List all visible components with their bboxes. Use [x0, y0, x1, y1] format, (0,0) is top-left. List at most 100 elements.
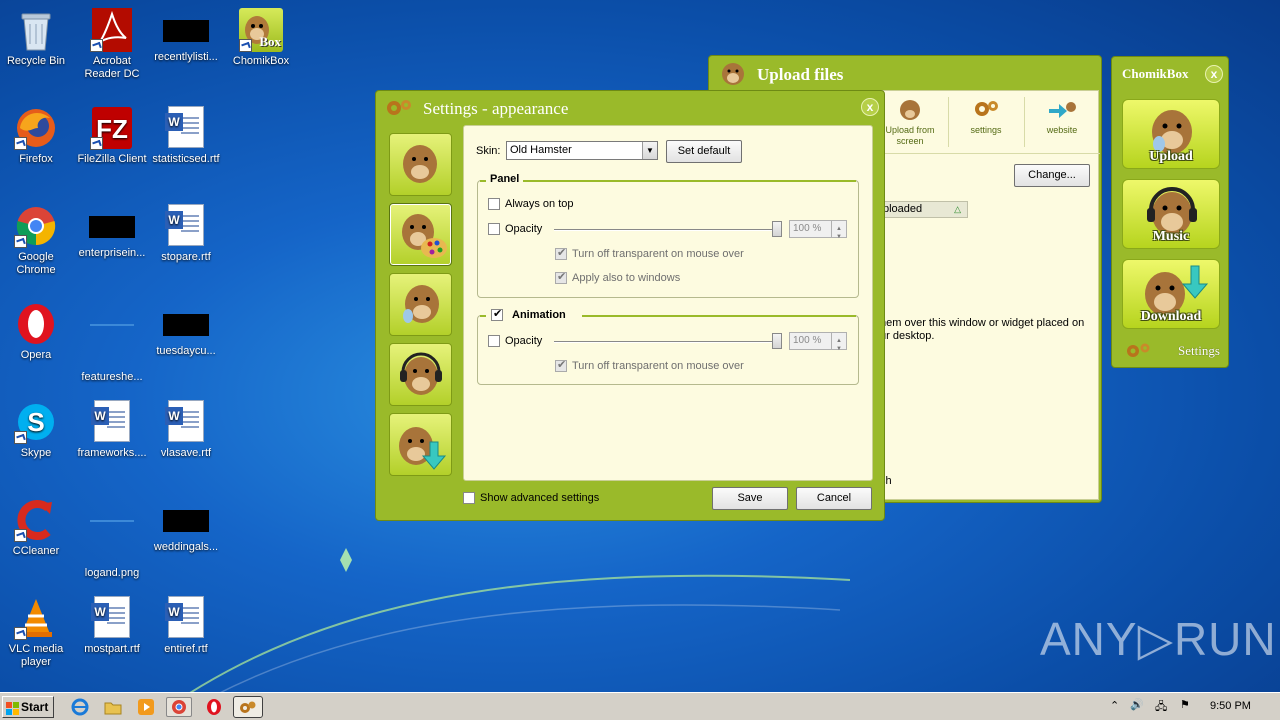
desktop-icon-weddingals[interactable]: weddingals...: [148, 498, 224, 554]
desktop-icon-enterprisein[interactable]: enterprisein...: [74, 204, 150, 260]
chomikbox-badge: Box: [259, 34, 281, 49]
always-on-top-label: Always on top: [505, 198, 574, 210]
chomikbox-taskbar-icon[interactable]: [233, 696, 263, 718]
clock[interactable]: 9:50 PM: [1210, 700, 1251, 712]
animation-opacity-slider-handle[interactable]: [772, 333, 782, 349]
ie-icon[interactable]: [70, 697, 90, 717]
arrow-hamster-icon: [1047, 97, 1077, 121]
animation-opacity-slider[interactable]: [554, 341, 780, 343]
media-player-icon[interactable]: [136, 697, 156, 717]
chrome-taskbar-icon[interactable]: [166, 697, 192, 717]
chrome-icon: [14, 204, 58, 248]
animation-group: Animation Opacity 100 % Turn off transpa…: [477, 307, 859, 385]
desktop-icon-firefox[interactable]: Firefox: [0, 106, 74, 166]
desktop-icon-tuesdaycu[interactable]: tuesdaycu...: [148, 302, 224, 358]
opera-icon: [14, 302, 58, 346]
animation-turn-off-transparent-checkbox[interactable]: [555, 358, 567, 372]
blank-file-icon: [90, 324, 134, 368]
widget-music-button[interactable]: Music: [1122, 179, 1220, 249]
word-document-icon: W: [90, 596, 134, 640]
widget-title: ChomikBox: [1122, 66, 1189, 81]
start-button[interactable]: Start: [2, 696, 54, 718]
explorer-folder-icon[interactable]: [103, 697, 123, 717]
always-on-top-checkbox[interactable]: [488, 198, 500, 210]
panel-group: Panel Always on top Opacity 100 % Turn o…: [477, 173, 859, 298]
widget-download-button[interactable]: Download: [1122, 259, 1220, 329]
volume-icon[interactable]: 🔊: [1130, 698, 1144, 711]
tray-expand-icon[interactable]: ⌃: [1110, 699, 1119, 712]
set-default-button[interactable]: Set default: [666, 140, 742, 163]
network-icon[interactable]: 🖧: [1155, 698, 1167, 717]
skype-icon: S: [14, 400, 58, 444]
toolbar-separator: [948, 97, 949, 147]
image-file-icon: [90, 520, 134, 564]
desktop-icon-recentlylisti[interactable]: recentlylisti...: [148, 8, 224, 64]
widget-close-button[interactable]: x: [1205, 65, 1223, 83]
word-document-icon: W: [164, 204, 208, 248]
side-nav-appearance[interactable]: [389, 203, 452, 266]
svg-text:S: S: [27, 407, 44, 437]
desktop-icon-featureshe[interactable]: featureshe...: [74, 302, 150, 384]
desktop-icon-skype[interactable]: S Skype: [0, 400, 74, 460]
widget-upload-button[interactable]: Upload: [1122, 99, 1220, 169]
opera-taskbar-icon[interactable]: [204, 697, 224, 717]
gears-icon: [971, 97, 1001, 121]
panel-opacity-spinbox[interactable]: 100 %: [789, 220, 847, 245]
hamster-camera-icon: [895, 97, 925, 121]
panel-opacity-slider[interactable]: [554, 229, 780, 231]
panel-turn-off-transparent-label: Turn off transparent on mouse over: [572, 248, 744, 260]
desktop-icon-google-chrome[interactable]: Google Chrome: [0, 204, 74, 277]
save-button[interactable]: Save: [712, 487, 788, 510]
desktop-icon-entiref[interactable]: W entiref.rtf: [148, 596, 224, 656]
action-center-flag-icon[interactable]: ⚑: [1180, 698, 1190, 711]
widget-settings-link[interactable]: Settings: [1178, 343, 1220, 359]
show-advanced-checkbox[interactable]: [463, 492, 475, 504]
hamster-download-icon: [399, 427, 447, 470]
hamster-headphones-icon: [400, 352, 442, 395]
animation-group-header: Animation: [486, 307, 582, 323]
panel-opacity-slider-handle[interactable]: [772, 221, 782, 237]
apply-windows-checkbox[interactable]: [555, 270, 567, 284]
desktop-icon-filezilla[interactable]: FZ FileZilla Client: [74, 106, 150, 166]
taskbar: Start ⌃ 🔊 🖧 ⚑ 9:50 PM: [0, 692, 1280, 720]
desktop-icon-logand[interactable]: logand.png: [74, 498, 150, 580]
desktop-icon-opera[interactable]: Opera: [0, 302, 74, 362]
ccleaner-icon: [14, 498, 58, 542]
desktop-icon-ccleaner[interactable]: CCleaner: [0, 498, 74, 558]
desktop-icon-vlasave[interactable]: W vlasave.rtf: [148, 400, 224, 460]
group-accent-line: [480, 180, 856, 182]
desktop-icon-vlc[interactable]: VLC media player: [0, 596, 74, 669]
animation-opacity-checkbox[interactable]: [488, 335, 500, 347]
chevron-down-icon: ▼: [642, 142, 657, 159]
upload-window-title: Upload files: [757, 65, 844, 84]
panel-opacity-checkbox[interactable]: [488, 223, 500, 235]
uploaded-column-header[interactable]: ploaded △: [880, 201, 968, 218]
settings-window[interactable]: Settings - appearance x Skin: Old Hamste…: [375, 90, 885, 521]
desktop-icon-recycle-bin[interactable]: Recycle Bin: [0, 8, 74, 68]
change-button[interactable]: Change...: [1014, 164, 1090, 187]
word-document-icon: W: [90, 400, 134, 444]
animation-checkbox[interactable]: [491, 307, 503, 321]
desktop-icon-acrobat[interactable]: Acrobat Reader DC: [74, 8, 150, 81]
side-nav-upload[interactable]: [389, 273, 452, 336]
cancel-button[interactable]: Cancel: [796, 487, 872, 510]
skin-select[interactable]: Old Hamster ▼: [506, 141, 658, 160]
toolbar-website[interactable]: website: [1032, 97, 1092, 136]
desktop-icon-mostpart[interactable]: W mostpart.rtf: [74, 596, 150, 656]
animation-opacity-spinbox[interactable]: 100 %: [789, 332, 847, 357]
animation-group-title: Animation: [512, 309, 566, 321]
desktop-icon-chomikbox[interactable]: Box ChomikBox: [223, 8, 299, 68]
desktop-icon-statisticsed[interactable]: W statisticsed.rtf: [148, 106, 224, 166]
settings-close-button[interactable]: x: [861, 98, 879, 116]
settings-title: Settings - appearance: [423, 99, 569, 118]
side-nav-music[interactable]: [389, 343, 452, 406]
side-nav-download[interactable]: [389, 413, 452, 476]
wallpaper-swirl: [150, 548, 850, 720]
panel-turn-off-transparent-checkbox[interactable]: [555, 246, 567, 260]
desktop-icon-frameworks[interactable]: W frameworks....: [74, 400, 150, 460]
toolbar-settings[interactable]: settings: [956, 97, 1016, 136]
desktop-icon-stopare[interactable]: W stopare.rtf: [148, 204, 224, 264]
side-nav-general[interactable]: [389, 133, 452, 196]
toolbar-upload-from-screen[interactable]: Upload from screen: [880, 97, 940, 147]
chomikbox-widget[interactable]: ChomikBox x Upload Music Download Settin…: [1111, 56, 1229, 368]
